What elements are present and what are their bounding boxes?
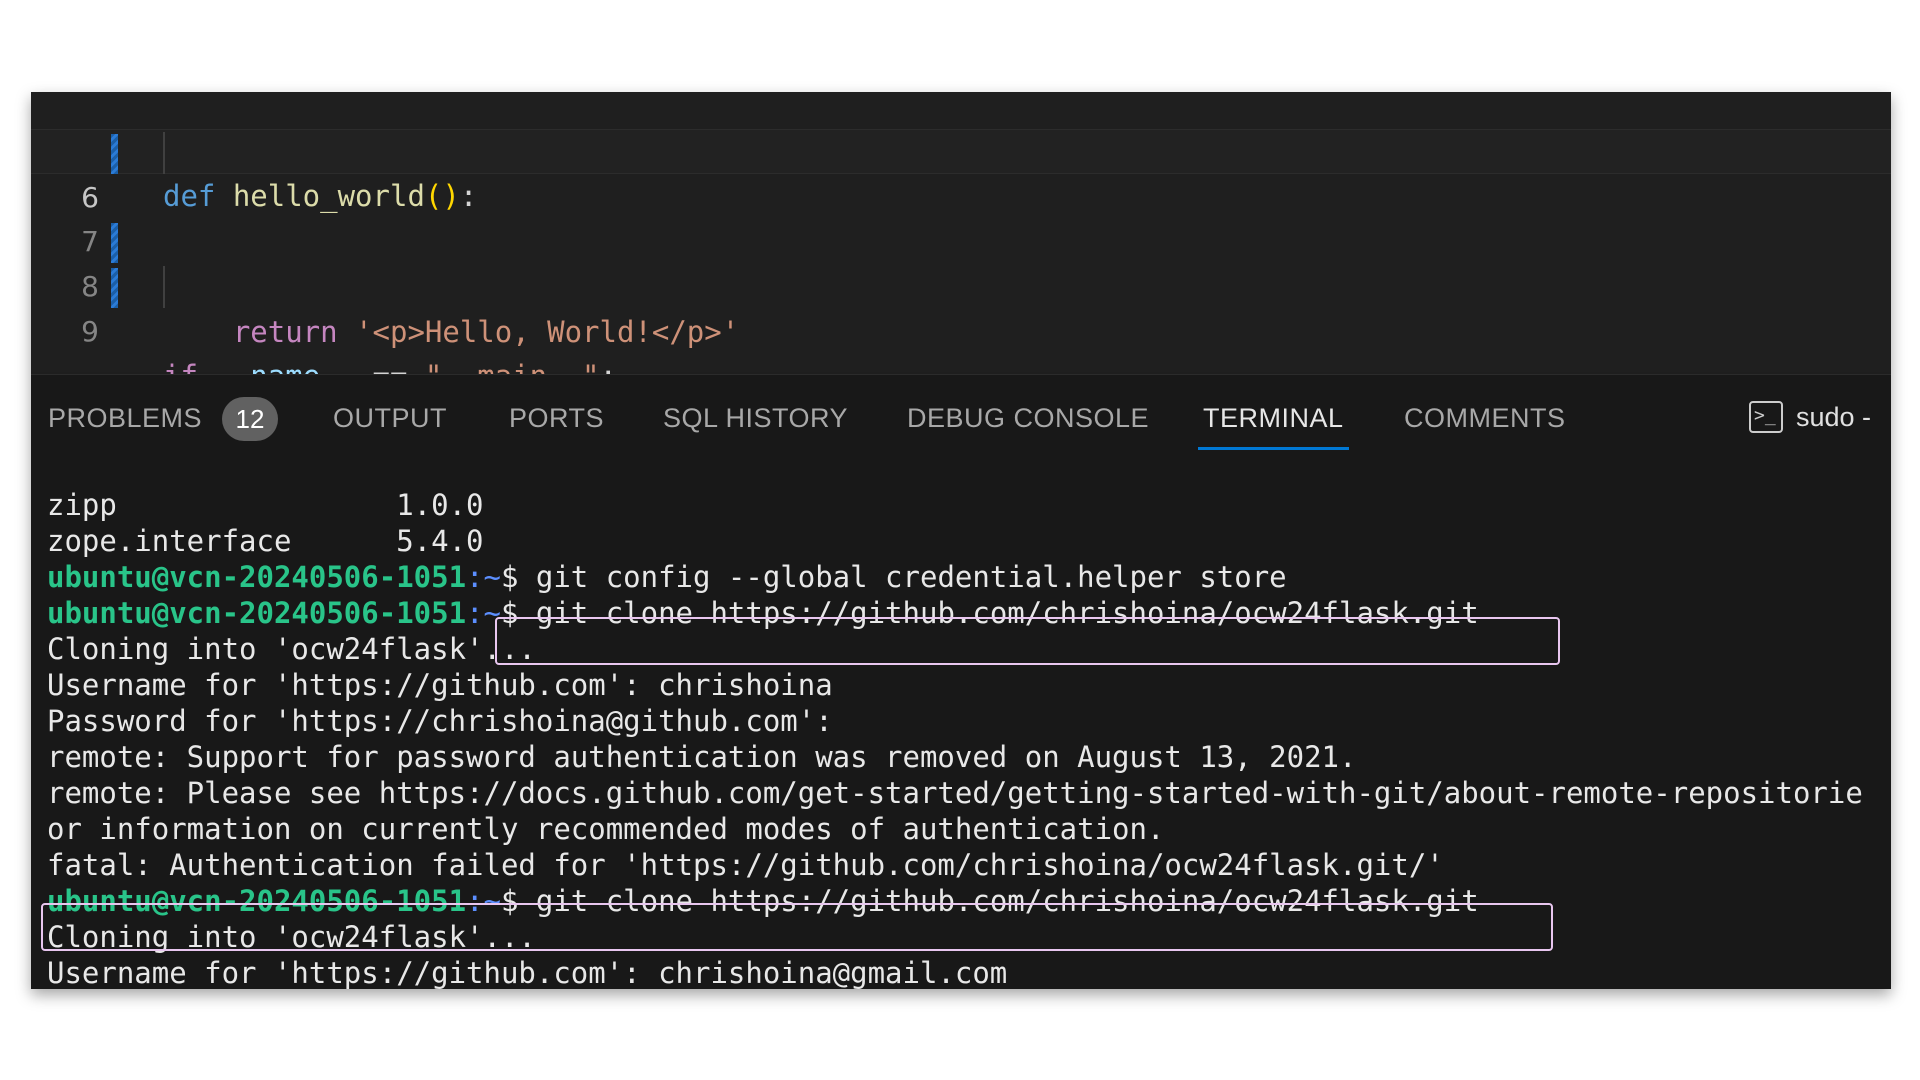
code-line: 9 app.run(host="0.0.0.0", port=int("5000… bbox=[31, 264, 1891, 483]
tab-problems[interactable]: PROBLEMS bbox=[48, 403, 202, 434]
prompt-user: ubuntu@vcn-20240506-1051 bbox=[47, 560, 467, 594]
bottom-panel: PROBLEMS 12 OUTPUT PORTS SQL HISTORY DEB… bbox=[31, 374, 1891, 989]
terminal-output[interactable]: zipp 1.0.0 zope.interface 5.4.0 ubuntu@vcn… bbox=[41, 488, 1887, 989]
terminal-output-line: remote: Please see https://docs.github.c… bbox=[47, 775, 1863, 811]
tab-sql-history[interactable]: SQL HISTORY bbox=[663, 403, 848, 434]
vscode-window: 5 def hello_world(): 6 return '<p>Hello,… bbox=[31, 92, 1891, 989]
tab-ports[interactable]: PORTS bbox=[509, 403, 604, 434]
terminal-output-line: Cloning into 'ocw24flask'... bbox=[47, 631, 536, 667]
terminal-text: or information on currently recommended … bbox=[47, 812, 1165, 846]
code-line: 7 bbox=[31, 174, 1891, 258]
terminal-output-line: or information on currently recommended … bbox=[47, 811, 1164, 847]
terminal-text: remote: Support for password authenticat… bbox=[47, 740, 1357, 774]
code-text: return '<p>Hello, World!</p>' bbox=[163, 310, 739, 355]
terminal-icon[interactable]: >_ bbox=[1749, 401, 1783, 433]
tab-terminal-label: TERMINAL bbox=[1203, 403, 1344, 433]
code-line: 8 if __name__ == "__main__": bbox=[31, 219, 1891, 393]
git-modified-indicator[interactable] bbox=[111, 223, 118, 263]
highlight-box-git-clone bbox=[495, 617, 1560, 665]
terminal-text: Username for 'https://github.com': chris… bbox=[47, 956, 1008, 989]
git-modified-indicator[interactable] bbox=[111, 268, 118, 308]
git-modified-indicator[interactable] bbox=[111, 134, 118, 174]
terminal-output-line: Password for 'https://chrishoina@github.… bbox=[47, 703, 833, 739]
code-token: return bbox=[163, 315, 356, 349]
terminal-output-line: Username for 'https://github.com': chris… bbox=[47, 667, 833, 703]
tab-debug-console[interactable]: DEBUG CONSOLE bbox=[907, 403, 1149, 434]
prompt-path: :~ bbox=[466, 560, 501, 594]
terminal-text: zope.interface 5.4.0 bbox=[47, 524, 484, 558]
terminal-output-line: zipp 1.0.0 bbox=[47, 487, 484, 523]
terminal-output-line: Username for 'https://github.com': chris… bbox=[47, 955, 1007, 989]
tab-output[interactable]: OUTPUT bbox=[333, 403, 447, 434]
terminal-output-line: zope.interface 5.4.0 bbox=[47, 523, 484, 559]
code-line-current: 6 return '<p>Hello, World!</p>' bbox=[31, 129, 1891, 349]
terminal-text: Username for 'https://github.com': chris… bbox=[47, 668, 833, 702]
terminal-output-line: fatal: Authentication failed for 'https:… bbox=[47, 847, 1444, 883]
terminal-text: remote: Please see https://docs.github.c… bbox=[47, 776, 1863, 810]
terminal-text: Password for 'https://chrishoina@github.… bbox=[47, 704, 833, 738]
code-token: '<p>Hello, World!</p>' bbox=[355, 315, 740, 349]
highlight-box-auth-failed bbox=[41, 903, 1553, 951]
active-tab-indicator bbox=[1198, 447, 1349, 450]
line-number: 9 bbox=[81, 315, 99, 348]
code-editor[interactable]: 5 def hello_world(): 6 return '<p>Hello,… bbox=[31, 92, 1891, 483]
tab-comments[interactable]: COMMENTS bbox=[1404, 403, 1566, 434]
terminal-text: $ git config --global credential.helper … bbox=[500, 560, 1287, 594]
terminal-text: Cloning into 'ocw24flask'... bbox=[47, 632, 536, 666]
tab-terminal[interactable]: TERMINAL bbox=[1198, 403, 1349, 450]
indent-guide bbox=[163, 132, 165, 174]
terminal-text: fatal: Authentication failed for 'https:… bbox=[47, 848, 1444, 882]
code-line: 5 def hello_world(): bbox=[31, 92, 1891, 213]
panel-tab-bar: PROBLEMS 12 OUTPUT PORTS SQL HISTORY DEB… bbox=[31, 375, 1891, 465]
problems-count-badge: 12 bbox=[222, 397, 278, 441]
terminal-instance-name[interactable]: sudo - bbox=[1796, 402, 1871, 433]
indent-guide bbox=[163, 266, 165, 308]
prompt-user: ubuntu@vcn-20240506-1051 bbox=[47, 596, 467, 630]
terminal-prompt-line: ubuntu@vcn-20240506-1051:~$ git config -… bbox=[47, 559, 1287, 595]
terminal-text: zipp 1.0.0 bbox=[47, 488, 484, 522]
terminal-output-line: remote: Support for password authenticat… bbox=[47, 739, 1356, 775]
